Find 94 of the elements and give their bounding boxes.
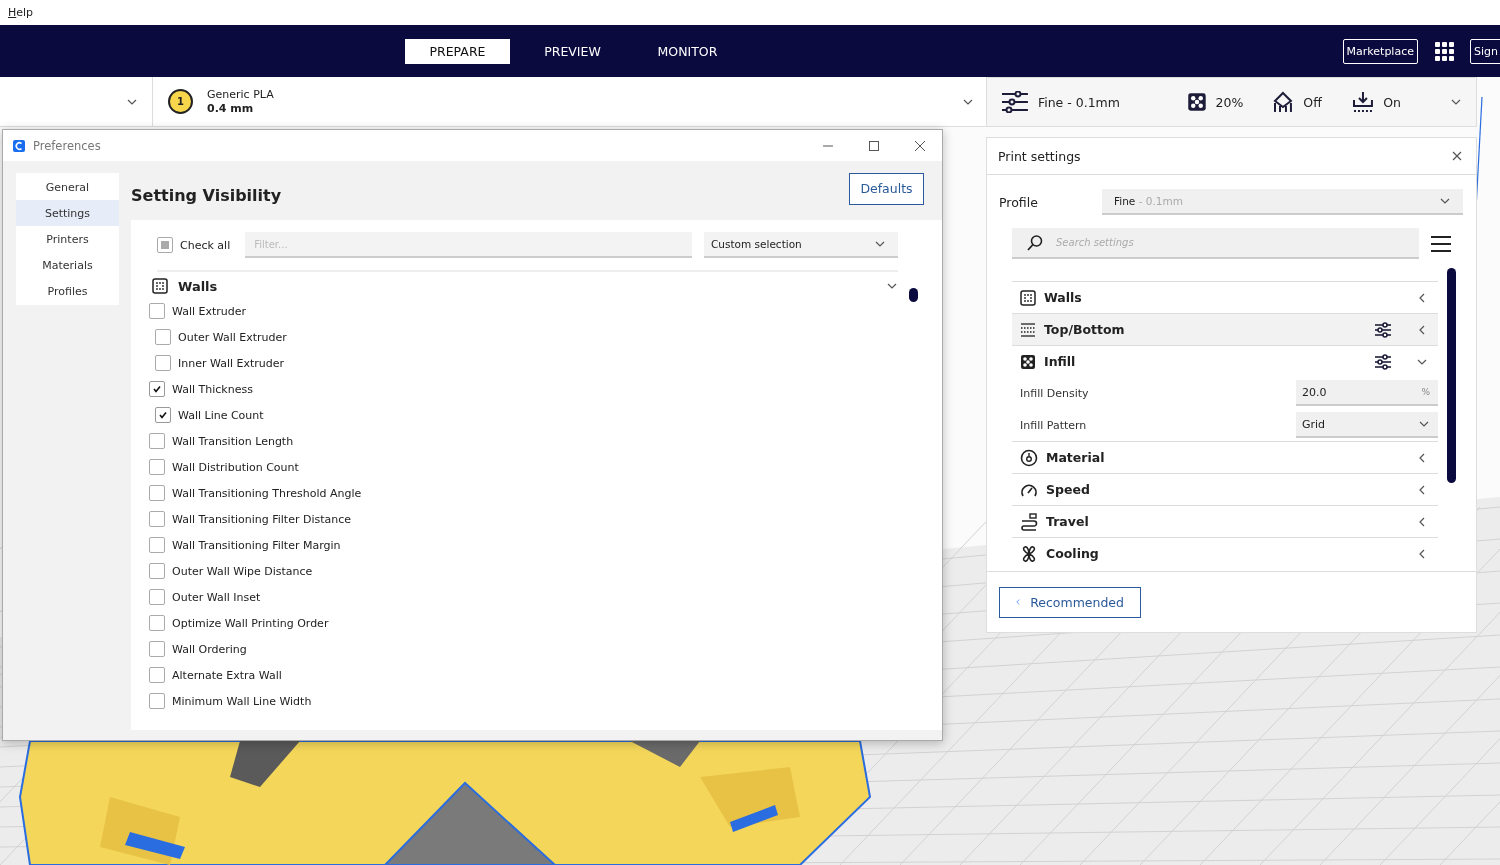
stage-tab[interactable]: MONITOR xyxy=(630,38,745,64)
fan-icon xyxy=(1020,544,1038,563)
recommended-button[interactable]: Recommended xyxy=(999,586,1141,618)
checkbox[interactable] xyxy=(149,693,165,709)
print-setup-bar[interactable]: Fine - 0.1mm 20% Off On xyxy=(986,77,1477,127)
page-heading: Setting Visibility xyxy=(131,186,282,205)
check-all-label: Check all xyxy=(180,238,231,252)
adjust-icon[interactable] xyxy=(1374,321,1392,338)
setting-label: Infill Density xyxy=(1020,386,1089,400)
checkbox[interactable] xyxy=(149,511,165,527)
preset-dropdown[interactable]: Custom selection xyxy=(704,232,898,258)
sign-in-button[interactable]: Sign xyxy=(1470,38,1500,64)
extruder-badge: 1 xyxy=(168,89,193,114)
number-field[interactable]: 20.0 % xyxy=(1296,380,1438,406)
checkbox[interactable] xyxy=(149,381,165,397)
settings-category[interactable]: Travel xyxy=(1012,505,1438,537)
infill-icon xyxy=(1186,92,1207,112)
checkbox[interactable] xyxy=(155,329,171,345)
app-logo-icon xyxy=(13,139,25,152)
apps-grid-icon[interactable] xyxy=(1434,41,1454,61)
setting-label: Wall Transition Length xyxy=(172,434,294,448)
category-label: Walls xyxy=(178,278,218,294)
checkbox[interactable] xyxy=(149,433,165,449)
defaults-button[interactable]: Defaults xyxy=(849,172,924,205)
checkbox[interactable] xyxy=(149,537,165,553)
settings-category[interactable]: Infill xyxy=(1012,345,1438,377)
setting-label: Wall Transitioning Threshold Angle xyxy=(172,486,362,500)
support-icon xyxy=(1272,91,1295,113)
stage-tab[interactable]: PREPARE xyxy=(405,38,510,64)
search-field[interactable]: Search settings xyxy=(1012,228,1419,259)
setting-label: Minimum Wall Line Width xyxy=(172,694,312,708)
checkbox[interactable] xyxy=(149,641,165,657)
setting-label: Infill Pattern xyxy=(1020,418,1087,432)
filter-field[interactable]: Filter... xyxy=(245,232,692,258)
checkbox[interactable] xyxy=(149,563,165,579)
setting-label: Alternate Extra Wall xyxy=(172,668,282,682)
settings-category[interactable]: Material xyxy=(1012,441,1438,473)
checkmark-icon xyxy=(158,410,168,420)
setting-label: Inner Wall Extruder xyxy=(178,356,285,370)
window-title: Preferences xyxy=(33,138,101,153)
setting-label: Wall Distribution Count xyxy=(172,460,299,474)
menu-item[interactable]: Help xyxy=(8,6,34,19)
walls-icon xyxy=(1020,289,1036,306)
checkbox[interactable] xyxy=(149,667,165,683)
adhesion-summary: On xyxy=(1383,94,1402,110)
travel-icon xyxy=(1020,512,1038,531)
setting-label: Wall Ordering xyxy=(172,642,247,656)
infill-summary: 20% xyxy=(1215,94,1245,110)
checkbox[interactable] xyxy=(149,303,165,319)
support-summary: Off xyxy=(1303,94,1323,110)
checkbox[interactable] xyxy=(149,615,165,631)
marketplace-button[interactable]: Marketplace xyxy=(1342,38,1418,64)
check-all-checkbox[interactable] xyxy=(157,237,173,253)
setting-label: Outer Wall Extruder xyxy=(178,330,287,344)
material-spool-icon xyxy=(1020,448,1038,467)
nozzle-size: 0.4 mm xyxy=(207,101,255,116)
setting-label: Outer Wall Inset xyxy=(172,590,261,604)
profile-summary: Fine - 0.1mm xyxy=(1037,94,1121,110)
adjust-icon[interactable] xyxy=(1374,353,1392,370)
checkmark-icon xyxy=(152,384,162,394)
setting-label: Wall Line Count xyxy=(178,408,264,422)
scrollbar-thumb[interactable] xyxy=(1447,268,1456,483)
checkbox[interactable] xyxy=(149,459,165,475)
checkbox[interactable] xyxy=(155,355,171,371)
adhesion-icon xyxy=(1352,91,1375,113)
setting-label: Outer Wall Wipe Distance xyxy=(172,564,313,578)
setting-label: Wall Transitioning Filter Margin xyxy=(172,538,341,552)
close-icon[interactable] xyxy=(914,139,926,152)
profile-label: Profile xyxy=(999,194,1039,210)
infill-icon xyxy=(1020,353,1036,370)
stage-tab[interactable]: PREVIEW xyxy=(515,38,630,64)
checkbox[interactable] xyxy=(155,407,171,423)
panel-title: Print settings xyxy=(998,148,1081,164)
layers-icon xyxy=(1020,321,1036,338)
pattern-dropdown[interactable]: Grid xyxy=(1296,412,1438,438)
setting-label: Wall Thickness xyxy=(172,382,253,396)
settings-category[interactable]: Cooling xyxy=(1012,537,1438,569)
profile-dropdown[interactable]: Fine - 0.1mm xyxy=(1102,189,1463,215)
search-icon xyxy=(1026,234,1044,252)
nav-item[interactable]: Settings xyxy=(16,200,119,226)
walls-icon xyxy=(152,278,168,294)
setting-label: Wall Transitioning Filter Distance xyxy=(172,512,352,526)
sliders-icon xyxy=(1001,91,1029,113)
material-name: Generic PLA xyxy=(207,87,274,102)
settings-category[interactable]: Speed xyxy=(1012,473,1438,505)
checkbox[interactable] xyxy=(149,485,165,501)
settings-category[interactable]: Top/Bottom xyxy=(1012,313,1438,345)
maximize-icon[interactable] xyxy=(868,139,880,152)
setting-label: Optimize Wall Printing Order xyxy=(172,616,329,630)
setting-label: Wall Extruder xyxy=(172,304,247,318)
close-icon[interactable] xyxy=(1452,151,1462,161)
scrollbar-thumb[interactable] xyxy=(909,288,918,302)
menu-icon[interactable] xyxy=(1430,234,1452,253)
checkbox[interactable] xyxy=(149,589,165,605)
